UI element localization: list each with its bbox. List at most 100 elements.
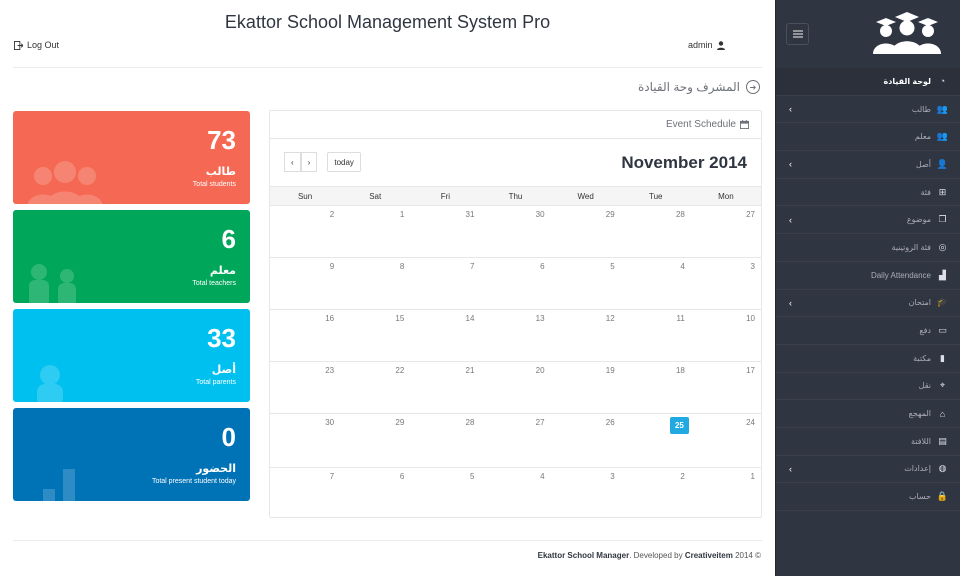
- logout-link[interactable]: Log Out: [14, 40, 59, 50]
- calendar-day-cell[interactable]: 17: [691, 362, 761, 413]
- sidebar-item-1[interactable]: ‹ طالب 👥: [776, 96, 960, 124]
- calendar-day-cell[interactable]: 31: [410, 206, 480, 257]
- sidebar-item-10[interactable]: مكتبة ▮: [776, 345, 960, 373]
- calendar-day-cell[interactable]: 27: [691, 206, 761, 257]
- calendar-day-cell[interactable]: 1: [340, 206, 410, 257]
- calendar-day-cell[interactable]: 7: [270, 468, 340, 519]
- day-number: 29: [605, 210, 615, 219]
- day-number: 22: [395, 366, 405, 375]
- tile-attendance: 0 الحضور Total present student today: [13, 408, 250, 501]
- calendar-day-cell[interactable]: 12: [551, 310, 621, 361]
- calendar-day-cell[interactable]: 1: [691, 468, 761, 519]
- calendar-day-cell[interactable]: 26: [551, 414, 621, 467]
- calendar-day-cell[interactable]: 2: [270, 206, 340, 257]
- sidebar-item-9[interactable]: دفع ▭: [776, 317, 960, 345]
- calendar-day-cell[interactable]: 18: [621, 362, 691, 413]
- calendar-today-button[interactable]: today: [327, 152, 361, 172]
- calendar-day-cell[interactable]: 30: [270, 414, 340, 467]
- calendar-day-cell[interactable]: 9: [270, 258, 340, 309]
- calendar-day-cell[interactable]: 15: [340, 310, 410, 361]
- sidebar-item-11[interactable]: نقل ⌖: [776, 373, 960, 401]
- sidebar-item-label: أصل: [915, 159, 931, 169]
- weekday-header: Fri: [440, 192, 451, 201]
- calendar-day-cell[interactable]: 6: [480, 258, 550, 309]
- day-number: 14: [465, 314, 475, 323]
- day-number: 7: [329, 472, 335, 481]
- calendar-panel-title: Event Schedule: [665, 119, 736, 130]
- day-number: 1: [399, 210, 405, 219]
- sidebar-item-8[interactable]: ‹ امتحان 🎓: [776, 290, 960, 318]
- calendar-day-cell[interactable]: 30: [480, 206, 550, 257]
- footer-developed-by: . Developed by: [629, 551, 683, 560]
- footer-divider: [13, 540, 762, 541]
- sidebar-item-0[interactable]: لوحة القيادة ◔: [776, 68, 960, 96]
- tile-label: معلم: [209, 265, 236, 277]
- calendar-day-cell[interactable]: 24: [691, 414, 761, 467]
- sidebar-item-6[interactable]: فئة الروتينية ◎: [776, 234, 960, 262]
- day-number: 9: [329, 262, 335, 271]
- calendar-day-cell[interactable]: 28: [621, 206, 691, 257]
- sidebar-item-15[interactable]: حساب 🔒: [776, 483, 960, 511]
- calendar-day-cell[interactable]: 29: [340, 414, 410, 467]
- day-number: 3: [750, 262, 755, 271]
- calendar-day-cell[interactable]: 10: [691, 310, 761, 361]
- calendar-prev-button[interactable]: ‹: [284, 152, 301, 172]
- sidebar-item-12[interactable]: المهجع ⌂: [776, 400, 960, 428]
- calendar-day-cell[interactable]: 29: [551, 206, 621, 257]
- day-number: 20: [535, 366, 545, 375]
- tile-label: الحضور: [196, 463, 236, 475]
- calendar-week-row: 2 1 31 30 29 28 27: [270, 206, 761, 258]
- calendar-day-cell[interactable]: 2: [621, 468, 691, 519]
- books-icon: ❐: [938, 214, 947, 225]
- tile-value: 0: [221, 422, 236, 452]
- calendar-day-cell[interactable]: 21: [410, 362, 480, 413]
- sidebar-item-2[interactable]: معلم 👥: [776, 123, 960, 152]
- footer-developer-link[interactable]: Creativeitem: [685, 551, 733, 560]
- day-number: 7: [469, 262, 475, 271]
- calendar-day-cell[interactable]: 8: [340, 258, 410, 309]
- calendar-day-cell[interactable]: 19: [551, 362, 621, 413]
- sidebar-item-7[interactable]: Daily Attendance ▟: [776, 262, 960, 290]
- user-menu[interactable]: admin: [688, 40, 725, 50]
- calendar-day-cell[interactable]: 20: [480, 362, 550, 413]
- calendar-next-button[interactable]: ›: [300, 152, 318, 172]
- sidebar-toggle-button[interactable]: [786, 23, 809, 45]
- day-number: 31: [465, 210, 475, 219]
- calendar-day-cell[interactable]: 27: [480, 414, 550, 467]
- lock-icon: 🔒: [936, 491, 949, 502]
- sidebar-item-label: إعدادات: [904, 464, 931, 474]
- calendar-day-cell[interactable]: 11: [621, 310, 691, 361]
- sidebar-item-3[interactable]: ‹ أصل 👤: [776, 151, 960, 179]
- calendar-day-cell[interactable]: 23: [270, 362, 340, 413]
- calendar-day-cell[interactable]: 28: [410, 414, 480, 467]
- calendar-day-cell[interactable]: 22: [340, 362, 410, 413]
- footer: Ekattor School Manager. Developed by Cre…: [538, 551, 761, 560]
- calendar-day-cell[interactable]: 16: [270, 310, 340, 361]
- calendar-day-cell[interactable]: 3: [551, 468, 621, 519]
- calendar-day-cell[interactable]: 5: [410, 468, 480, 519]
- day-number: 27: [746, 210, 755, 219]
- day-number: 25: [669, 417, 689, 434]
- calendar-day-cell[interactable]: 3: [691, 258, 761, 309]
- calendar-day-cell[interactable]: 4: [621, 258, 691, 309]
- calendar-day-cell[interactable]: 13: [480, 310, 550, 361]
- sidebar-item-5[interactable]: ‹ موضوع ❐: [776, 206, 960, 235]
- day-number: 19: [605, 366, 615, 375]
- day-number: 11: [676, 314, 685, 323]
- calendar-day-cell[interactable]: 7: [410, 258, 480, 309]
- sidebar-item-label: نقل: [918, 381, 931, 391]
- day-number: 18: [675, 366, 685, 375]
- sidebar-item-label: المهجع: [908, 409, 931, 419]
- calendar-day-cell[interactable]: 4: [480, 468, 550, 519]
- day-number: 30: [325, 418, 335, 427]
- calendar-day-cell[interactable]: 14: [410, 310, 480, 361]
- calendar-day-cell[interactable]: 6: [340, 468, 410, 519]
- sidebar-item-13[interactable]: اللافتة ▤: [776, 428, 960, 456]
- day-number: 30: [535, 210, 545, 219]
- day-number: 4: [540, 472, 545, 481]
- calendar-day-cell[interactable]: 5: [551, 258, 621, 309]
- day-number: 10: [746, 314, 755, 323]
- sidebar-item-4[interactable]: فئة ⊞: [776, 179, 960, 207]
- sidebar-item-14[interactable]: ‹ إعدادات ◍: [776, 456, 960, 484]
- calendar-day-cell-today[interactable]: 25: [621, 414, 691, 467]
